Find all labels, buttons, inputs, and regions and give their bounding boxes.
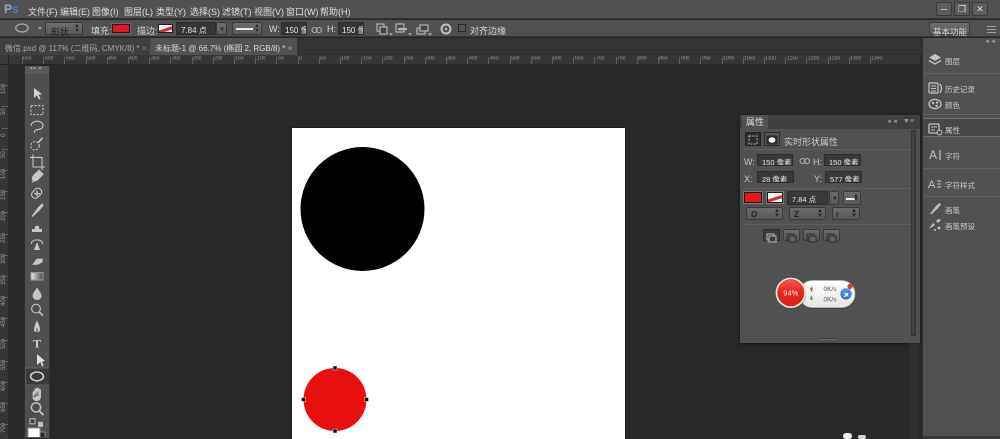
svg-text:A: A <box>928 179 936 191</box>
svg-text:0K/s: 0K/s <box>823 286 837 293</box>
svg-text:94%: 94% <box>783 289 798 298</box>
svg-text:A: A <box>929 148 937 162</box>
svg-text:0K/s: 0K/s <box>823 297 837 304</box>
svg-text:T: T <box>33 337 41 351</box>
